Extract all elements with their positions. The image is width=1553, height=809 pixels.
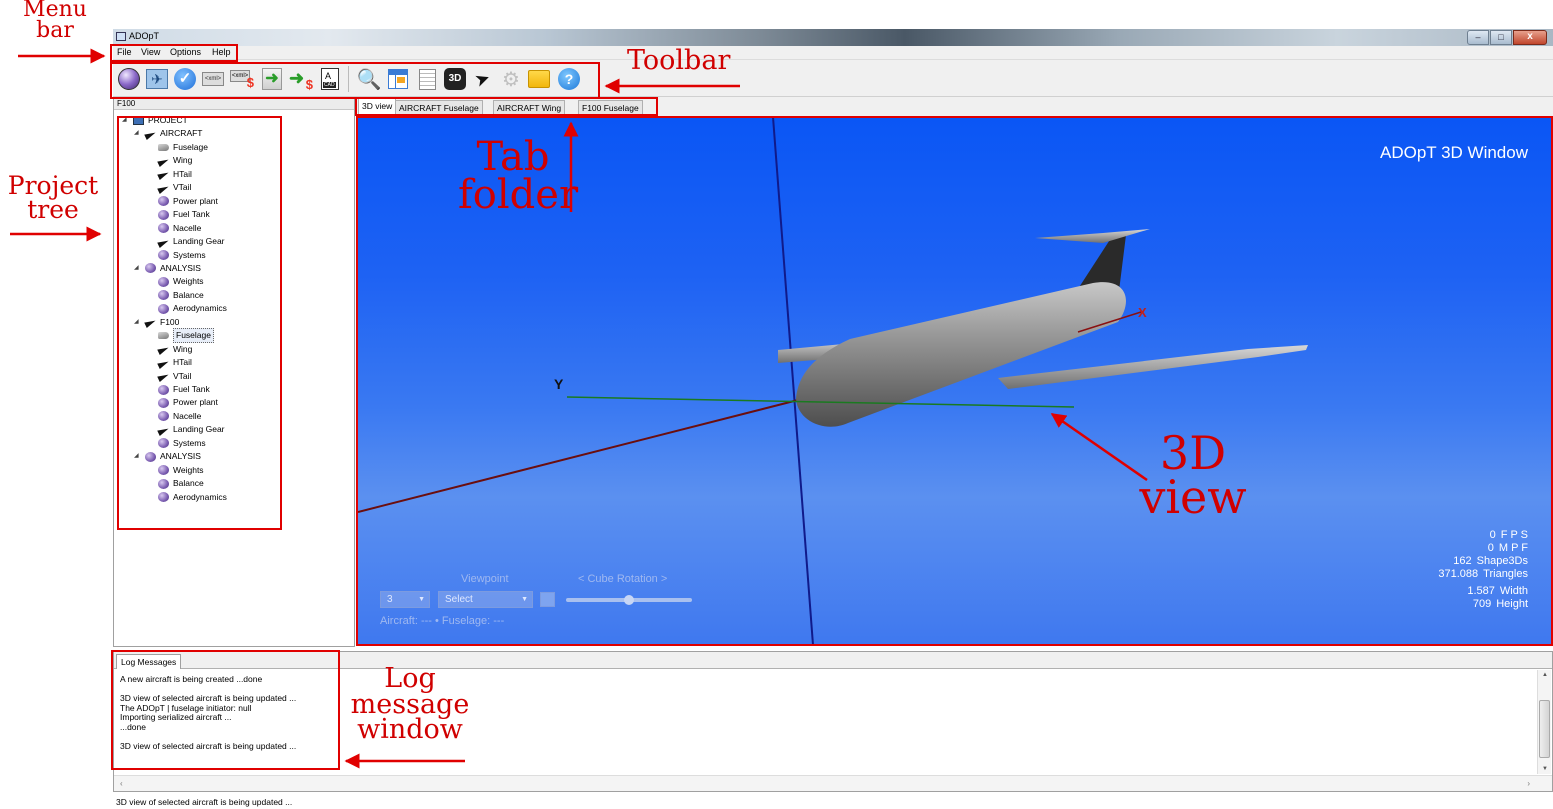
project-tree-annotation-box (117, 116, 282, 530)
menu-bar-annotation-box (110, 44, 238, 62)
tab-folder-callout: Tab folder (458, 134, 579, 218)
close-button[interactable]: x (1513, 30, 1547, 45)
vertical-scrollbar[interactable]: ▲ ▼ (1537, 670, 1551, 774)
menu-bar-callout-line2: bar (36, 17, 74, 43)
app-icon (116, 32, 126, 41)
tab-folder-callout-line1: Tab (476, 134, 550, 180)
tab-folder-callout-line2: folder (458, 172, 579, 218)
minimize-button[interactable]: – (1467, 30, 1489, 45)
3d-view-callout: 3D view (1113, 430, 1273, 524)
tree-header: F100 (114, 98, 354, 110)
scroll-left-icon[interactable]: ‹ (120, 779, 123, 788)
log-window-callout-line1: Log (384, 663, 436, 694)
project-tree-callout-line2: tree (27, 194, 79, 224)
status-bar: 3D view of selected aircraft is being up… (116, 797, 293, 807)
log-window-callout-line3: window (357, 714, 463, 746)
window-controls: – □ x (1467, 30, 1547, 45)
title-bar: ADOpT – □ x (113, 29, 1553, 46)
scroll-right-icon[interactable]: › (1527, 779, 1530, 788)
3d-view-callout-line2: view (1139, 469, 1247, 524)
horizontal-scrollbar[interactable]: ‹ › (114, 775, 1552, 791)
menu-bar: File View Options Help (113, 46, 1553, 60)
log-window-annotation-box (111, 650, 340, 770)
window-title: ADOpT (129, 31, 160, 41)
scroll-down-icon[interactable]: ▼ (1542, 766, 1548, 772)
scroll-thumb[interactable] (1539, 700, 1550, 758)
tab-folder-annotation-box (355, 97, 658, 116)
project-tree-callout: Project tree (0, 173, 106, 224)
scroll-up-icon[interactable]: ▲ (1542, 672, 1548, 678)
log-window-callout: Log message window (350, 663, 470, 746)
toolbar-callout: Toolbar (627, 45, 731, 76)
toolbar-annotation-box (110, 62, 600, 99)
maximize-button[interactable]: □ (1490, 30, 1512, 45)
menu-bar-callout: Menu bar (0, 0, 110, 42)
